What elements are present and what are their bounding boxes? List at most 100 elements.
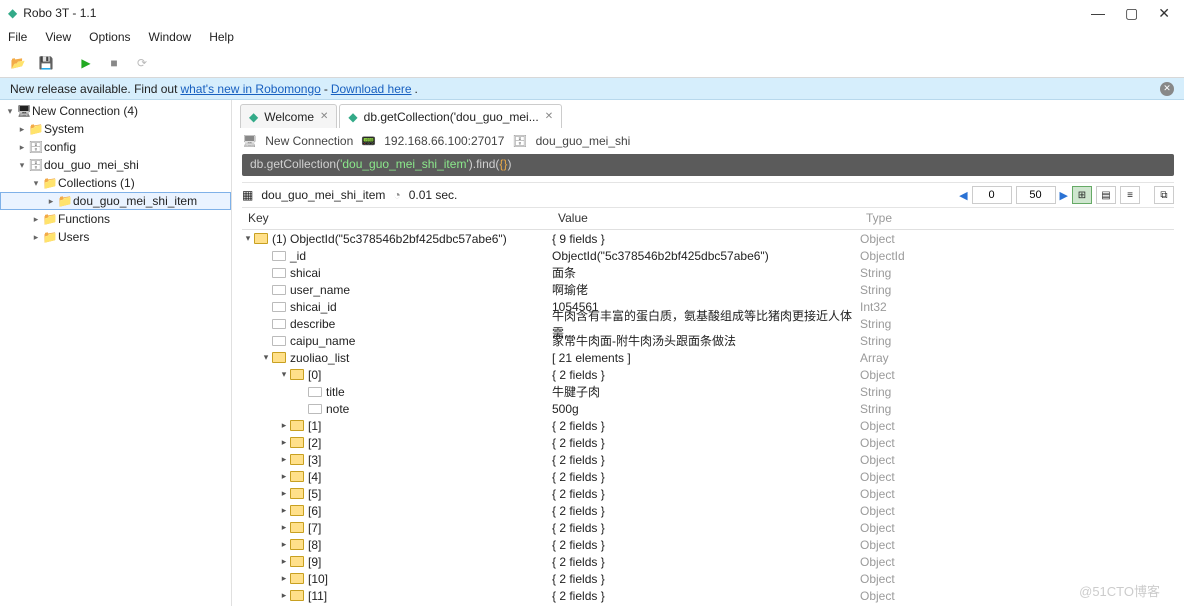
open-button[interactable]: 📂 (6, 51, 30, 75)
header-type[interactable]: Type (860, 208, 1174, 229)
popout-button[interactable]: ⧉ (1154, 186, 1174, 204)
menu-help[interactable]: Help (209, 30, 234, 44)
rotate-button[interactable]: ⟳ (130, 51, 154, 75)
tree-toggle-icon[interactable]: ▸ (278, 471, 290, 482)
grid-row[interactable]: ▾[0]{ 2 fields }Object (242, 366, 1174, 383)
grid-row[interactable]: caipu_name家常牛肉面-附牛肉汤头跟面条做法String (242, 332, 1174, 349)
tree-collection-item[interactable]: ▸📁dou_guo_mei_shi_item (0, 192, 231, 210)
notice-close-icon[interactable]: ✕ (1160, 82, 1174, 96)
tree-system[interactable]: ▸📁System (0, 120, 231, 138)
tree-connection[interactable]: ▾🖥New Connection (4) (0, 102, 231, 120)
page-next-button[interactable]: ▶ (1060, 189, 1068, 202)
tree-db[interactable]: ▾🗄dou_guo_mei_shi (0, 156, 231, 174)
maximize-button[interactable]: ▢ (1125, 5, 1138, 22)
grid-row[interactable]: describe牛肉含有丰富的蛋白质，氨基酸组成等比猪肉更接近人体需...Str… (242, 315, 1174, 332)
query-string: 'dou_guo_mei_shi_item' (340, 157, 469, 171)
grid-row[interactable]: ▸[6]{ 2 fields }Object (242, 502, 1174, 519)
tree-toggle-icon[interactable]: ▾ (242, 233, 254, 244)
grid-row[interactable]: ▸[5]{ 2 fields }Object (242, 485, 1174, 502)
tree-toggle-icon[interactable]: ▸ (278, 488, 290, 499)
row-value: { 2 fields } (552, 419, 860, 433)
tab-welcome[interactable]: ◆Welcome✕ (240, 104, 337, 128)
result-collection: dou_guo_mei_shi_item (261, 188, 385, 202)
obj-icon (290, 539, 304, 550)
grid-row[interactable]: ▸[4]{ 2 fields }Object (242, 468, 1174, 485)
tree-config[interactable]: ▸🗄config (0, 138, 231, 156)
grid-row[interactable]: ▸[10]{ 2 fields }Object (242, 570, 1174, 587)
tree-toggle-icon[interactable]: ▾ (278, 369, 290, 380)
grid-row[interactable]: ▾zuoliao_list[ 21 elements ]Array (242, 349, 1174, 366)
row-value: { 2 fields } (552, 487, 860, 501)
grid-row[interactable]: _idObjectId("5c378546b2bf425dbc57abe6")O… (242, 247, 1174, 264)
tab-bar: ◆Welcome✕ ◆db.getCollection('dou_guo_mei… (232, 100, 1184, 128)
view-table-button[interactable]: ▤ (1096, 186, 1116, 204)
view-text-button[interactable]: ≡ (1120, 186, 1140, 204)
row-type: Object (860, 436, 1174, 450)
tab-close-icon[interactable]: ✕ (320, 111, 328, 122)
row-value: 面条 (552, 264, 860, 281)
row-key: _id (290, 249, 306, 263)
tree-toggle-icon[interactable]: ▸ (278, 556, 290, 567)
menu-options[interactable]: Options (89, 30, 130, 44)
tab-query[interactable]: ◆db.getCollection('dou_guo_mei...✕ (339, 104, 562, 128)
tree-functions[interactable]: ▸📁Functions (0, 210, 231, 228)
notice-link-download[interactable]: Download here (331, 82, 412, 96)
header-key[interactable]: Key (242, 208, 552, 229)
page-prev-button[interactable]: ◀ (959, 189, 967, 202)
tree-toggle-icon[interactable]: ▸ (278, 573, 290, 584)
grid-row[interactable]: shicai面条String (242, 264, 1174, 281)
row-value: { 2 fields } (552, 555, 860, 569)
save-button[interactable]: 💾 (34, 51, 58, 75)
grid-row[interactable]: user_name啊瑜佬String (242, 281, 1174, 298)
tree-toggle-icon[interactable]: ▸ (278, 454, 290, 465)
grid-row[interactable]: ▸[3]{ 2 fields }Object (242, 451, 1174, 468)
menu-view[interactable]: View (45, 30, 71, 44)
grid-row[interactable]: ▸[9]{ 2 fields }Object (242, 553, 1174, 570)
page-from-input[interactable] (972, 186, 1012, 204)
run-button[interactable]: ▶ (74, 51, 98, 75)
minimize-button[interactable]: — (1091, 5, 1105, 22)
page-size-input[interactable] (1016, 186, 1056, 204)
grid-row[interactable]: ▸[11]{ 2 fields }Object (242, 587, 1174, 604)
row-key: describe (290, 317, 335, 331)
row-value: { 2 fields } (552, 504, 860, 518)
menu-file[interactable]: File (8, 30, 27, 44)
str-icon (308, 387, 322, 397)
tree-users[interactable]: ▸📁Users (0, 228, 231, 246)
tree-label: New Connection (4) (32, 104, 138, 118)
menu-window[interactable]: Window (149, 30, 192, 44)
row-key: [8] (308, 538, 321, 552)
grid-row[interactable]: ▾(1) ObjectId("5c378546b2bf425dbc57abe6"… (242, 230, 1174, 247)
tab-close-icon[interactable]: ✕ (545, 111, 553, 122)
grid-row[interactable]: ▸[7]{ 2 fields }Object (242, 519, 1174, 536)
tree-toggle-icon[interactable]: ▸ (278, 522, 290, 533)
tree-collections[interactable]: ▾📁Collections (1) (0, 174, 231, 192)
obj-icon (290, 471, 304, 482)
row-key: shicai_id (290, 300, 337, 314)
grid-row[interactable]: title牛腱子肉String (242, 383, 1174, 400)
obj-icon (290, 420, 304, 431)
grid-row[interactable]: ▸[2]{ 2 fields }Object (242, 434, 1174, 451)
grid-row[interactable]: note500gString (242, 400, 1174, 417)
grid-row[interactable]: ▸[8]{ 2 fields }Object (242, 536, 1174, 553)
tree-toggle-icon[interactable]: ▸ (278, 420, 290, 431)
str-icon (308, 404, 322, 414)
grid-row[interactable]: ▸[1]{ 2 fields }Object (242, 417, 1174, 434)
query-editor[interactable]: db.getCollection('dou_guo_mei_shi_item')… (242, 154, 1174, 176)
stop-button[interactable]: ■ (102, 51, 126, 75)
tree-toggle-icon[interactable]: ▸ (278, 539, 290, 550)
row-type: Object (860, 555, 1174, 569)
tree-label: config (44, 140, 76, 154)
notice-link-whatsnew[interactable]: what's new in Robomongo (180, 82, 320, 96)
tree-toggle-icon[interactable]: ▸ (278, 590, 290, 601)
row-key: zuoliao_list (290, 351, 349, 365)
tree-toggle-icon[interactable]: ▸ (278, 505, 290, 516)
header-value[interactable]: Value (552, 208, 860, 229)
row-value: { 2 fields } (552, 521, 860, 535)
view-tree-button[interactable]: ⊞ (1072, 186, 1092, 204)
title-bar: ◆ Robo 3T - 1.1 — ▢ ✕ (0, 0, 1184, 26)
row-key: [7] (308, 521, 321, 535)
tree-toggle-icon[interactable]: ▸ (278, 437, 290, 448)
tree-toggle-icon[interactable]: ▾ (260, 352, 272, 363)
close-button[interactable]: ✕ (1158, 5, 1170, 22)
